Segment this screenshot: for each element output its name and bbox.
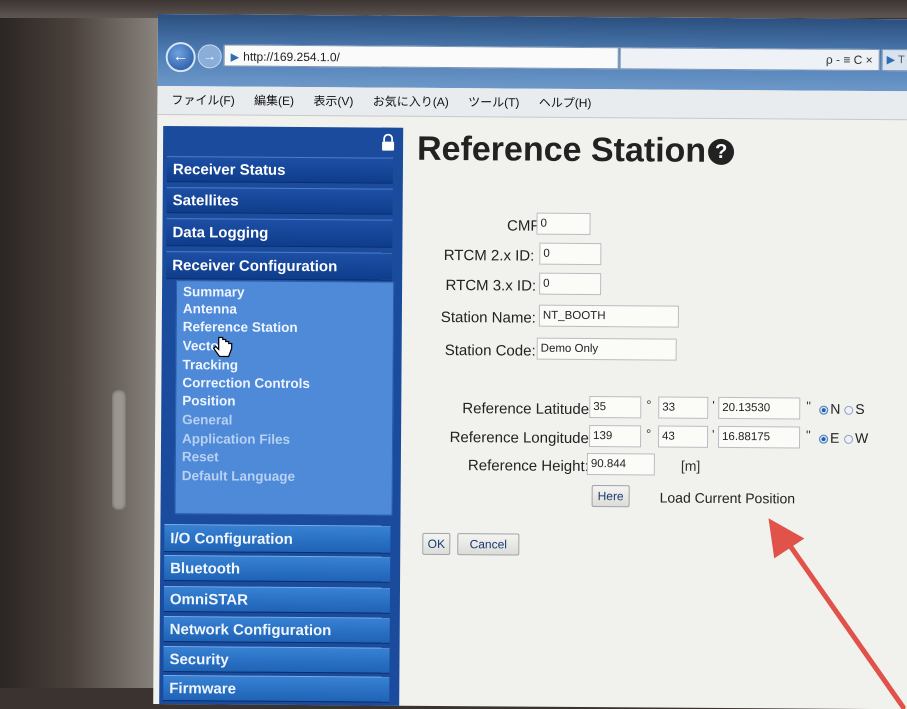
sidebar-item-security[interactable]: Security [163,646,390,674]
device-side-button [112,390,126,510]
latitude-seconds-field[interactable] [718,396,801,420]
sidebar: Receiver Status Satellites Data Logging … [159,126,404,709]
browser-tab[interactable]: ▶ T [881,49,907,72]
sidebar-item-receiver-configuration[interactable]: Receiver Configuration [166,251,393,281]
url-text: http://169.254.1.0/ [243,49,340,65]
latitude-north-label: N [830,400,841,417]
longitude-seconds-field[interactable] [717,425,801,449]
height-unit: [m] [680,457,701,474]
submenu-item-correction-controls[interactable]: Correction Controls [182,374,382,393]
height-field[interactable] [586,453,655,476]
submenu-item-general[interactable]: General [182,411,382,430]
longitude-west-label: W [855,429,869,446]
load-current-position-label: Load Current Position [659,489,796,507]
longitude-label: Reference Longitude: [449,429,594,448]
station-name-label: Station Name: [440,308,536,327]
latitude-label: Reference Latitude: [462,400,594,419]
cmr-id-field[interactable] [536,212,591,236]
tab-page-icon: ▶ [886,54,896,67]
menu-bar: ファイル(F) 編集(E) 表示(V) お気に入り(A) ツール(T) ヘルプ(… [157,85,907,121]
station-name-field[interactable] [538,304,679,328]
sidebar-item-io-configuration[interactable]: I/O Configuration [164,524,391,554]
latitude-south-radio[interactable] [844,405,854,415]
second-mark: " [806,427,811,443]
page-title-text: Reference Station [416,129,707,170]
longitude-west-radio[interactable] [844,434,854,444]
sidebar-item-satellites[interactable]: Satellites [166,187,393,215]
station-code-label: Station Code: [444,342,536,360]
address-bar[interactable]: ▶ http://169.254.1.0/ [223,44,619,70]
sidebar-item-network-configuration[interactable]: Network Configuration [163,616,390,644]
degree-mark: ° [646,426,652,442]
longitude-minutes-field[interactable] [657,425,709,448]
rtcm3-id-field[interactable] [539,272,602,296]
red-arrow-annotation [768,518,906,709]
menu-file[interactable]: ファイル(F) [171,93,234,107]
help-icon[interactable]: ? [708,138,735,166]
device-bezel-left [0,0,160,688]
hand-cursor-icon [212,336,233,358]
latitude-south-label: S [855,400,865,417]
lock-icon[interactable] [381,133,395,152]
browser-toolbar: ← → ▶ http://169.254.1.0/ ρ - ≡ C × ▶ T [157,14,907,92]
height-label: Reference Height: [467,457,589,476]
search-refresh-stop-controls[interactable]: ρ - ≡ C × [619,47,880,72]
latitude-minutes-field[interactable] [658,396,709,419]
submenu-item-default-language[interactable]: Default Language [182,467,382,486]
submenu-item-reset[interactable]: Reset [182,448,382,467]
submenu-item-antenna[interactable]: Antenna [183,300,383,319]
sidebar-item-omnistar[interactable]: OmniSTAR [163,586,391,614]
sidebar-item-firmware[interactable]: Firmware [163,675,390,703]
longitude-degrees-field[interactable] [588,425,642,448]
page-title: Reference Station? [416,129,735,171]
longitude-east-radio[interactable] [819,434,829,444]
latitude-degrees-field[interactable] [589,396,642,419]
submenu-item-position[interactable]: Position [182,392,382,411]
minute-mark: ' [712,426,715,442]
back-button[interactable]: ← [165,42,196,73]
minute-mark: ' [712,397,715,413]
ok-button[interactable]: OK [422,532,451,556]
latitude-north-radio[interactable] [819,405,829,415]
submenu-item-application-files[interactable]: Application Files [182,430,382,449]
menu-help[interactable]: ヘルプ(H) [539,96,592,110]
forward-button[interactable]: → [197,44,222,69]
rtcm2-id-label: RTCM 2.x ID: [443,247,535,265]
tab-label: T [897,54,905,67]
sidebar-item-receiver-status[interactable]: Receiver Status [166,156,394,184]
sidebar-item-data-logging[interactable]: Data Logging [166,218,393,248]
monitor-screen: ← → ▶ http://169.254.1.0/ ρ - ≡ C × ▶ T フ… [153,14,907,709]
sidebar-item-bluetooth[interactable]: Bluetooth [164,555,391,583]
page-icon: ▶ [230,51,240,64]
station-code-field[interactable] [536,337,677,361]
longitude-east-label: E [830,429,840,446]
menu-tools[interactable]: ツール(T) [468,95,519,109]
receiver-configuration-submenu: Summary Antenna Reference Station Vector… [174,280,395,516]
menu-edit[interactable]: 編集(E) [254,94,294,108]
here-button[interactable]: Here [591,485,630,508]
rtcm2-id-field[interactable] [539,242,602,266]
rtcm3-id-label: RTCM 3.x ID: [445,277,537,295]
menu-view[interactable]: 表示(V) [313,94,353,108]
cancel-button[interactable]: Cancel [457,533,520,556]
degree-mark: ° [646,397,652,413]
second-mark: " [806,398,811,414]
menu-favorites[interactable]: お気に入り(A) [373,95,449,110]
